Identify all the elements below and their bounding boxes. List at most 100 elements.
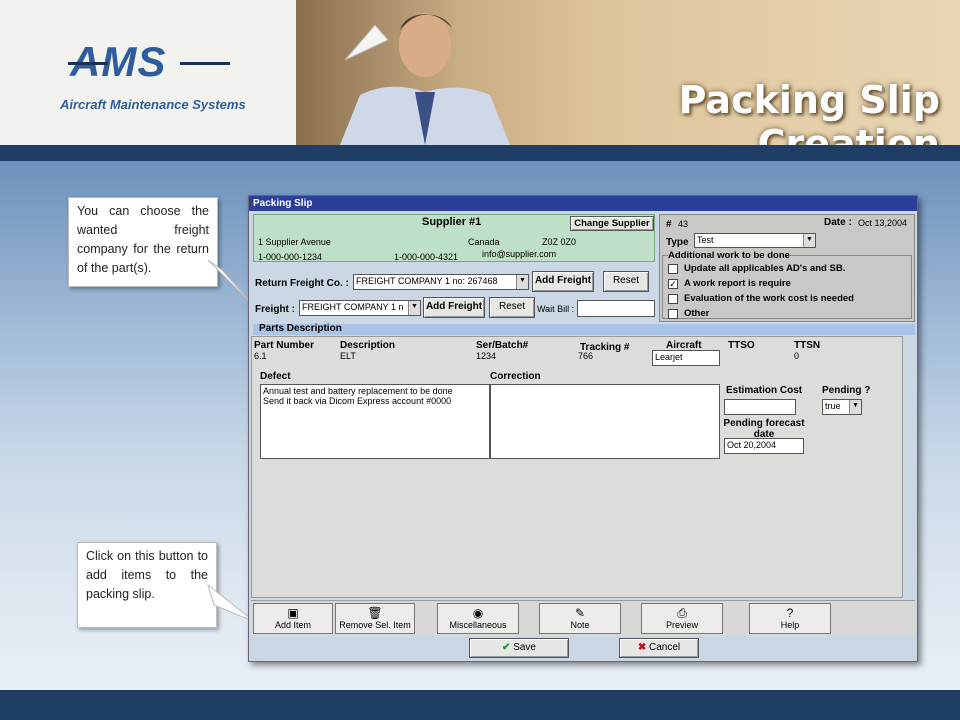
header-ttso: TTSO bbox=[728, 340, 755, 351]
note-icon: ✎ bbox=[574, 606, 586, 620]
miscellaneous-label: Miscellaneous bbox=[449, 620, 507, 630]
add-return-freight-button[interactable]: Add Freight bbox=[532, 271, 594, 292]
estimation-cost-label: Estimation Cost bbox=[726, 385, 803, 396]
pending-forecast-input[interactable]: Oct 20,2004 bbox=[724, 438, 804, 454]
parts-section-title: Parts Description bbox=[259, 323, 342, 334]
description-value: ELT bbox=[340, 351, 356, 361]
type-select[interactable]: Test ▼ bbox=[694, 233, 816, 248]
window-title: Packing Slip bbox=[249, 196, 917, 211]
waybill-input[interactable] bbox=[577, 300, 655, 317]
close-icon: ✖ bbox=[637, 642, 647, 653]
remove-item-label: Remove Sel. Item bbox=[339, 620, 411, 630]
chevron-down-icon[interactable]: ▼ bbox=[849, 400, 861, 414]
company-logo-subtitle: Aircraft Maintenance Systems bbox=[60, 97, 246, 112]
supplier-email: info@supplier.com bbox=[482, 249, 557, 259]
additional-work-title: Additional work to be done bbox=[668, 250, 790, 261]
freight-value: FREIGHT COMPANY 1 n bbox=[302, 302, 404, 312]
return-freight-select[interactable]: FREIGHT COMPANY 1 no: 267468 ▼ bbox=[353, 274, 529, 290]
date-value: Oct 13,2004 bbox=[858, 218, 908, 228]
businessman-illustration bbox=[340, 13, 510, 145]
remove-item-button[interactable]: 🗑 Remove Sel. Item bbox=[335, 603, 415, 634]
callout-add-item: Click on this button to add items to the… bbox=[77, 542, 217, 628]
checkbox-update-ad-sb[interactable] bbox=[668, 264, 678, 274]
change-supplier-button[interactable]: Change Supplier bbox=[570, 216, 654, 231]
ttsn-value: 0 bbox=[794, 351, 800, 361]
parts-section-bar bbox=[253, 324, 915, 335]
checkbox-cost-evaluation[interactable] bbox=[668, 294, 678, 304]
checkbox-label-other: Other bbox=[684, 308, 710, 319]
packing-slip-window: Packing Slip Supplier #1 Change Supplier… bbox=[248, 195, 918, 662]
chevron-down-icon[interactable]: ▼ bbox=[803, 234, 815, 247]
logo-wing-right bbox=[180, 62, 230, 65]
defect-label: Defect bbox=[260, 371, 291, 382]
date-label: Date : bbox=[824, 217, 852, 228]
correction-label: Correction bbox=[490, 371, 541, 382]
pending-forecast-label: Pending forecast date bbox=[723, 418, 805, 440]
add-freight-button[interactable]: Add Freight bbox=[423, 297, 485, 318]
supplier-panel: Supplier #1 Change Supplier 1 Supplier A… bbox=[253, 214, 655, 262]
type-label: Type bbox=[666, 237, 689, 248]
reset-return-freight-button[interactable]: Reset bbox=[603, 271, 649, 292]
waybill-label: Wait Bill : bbox=[537, 304, 575, 314]
checkbox-label-work-report: A work report is require bbox=[684, 278, 791, 289]
estimation-cost-input[interactable] bbox=[724, 399, 796, 415]
return-freight-label: Return Freight Co. : bbox=[255, 278, 349, 289]
cancel-label: Cancel bbox=[649, 642, 681, 653]
checkbox-label-update-ad-sb: Update all applicables AD's and SB. bbox=[684, 263, 846, 274]
pending-value: true bbox=[825, 401, 841, 411]
pending-select[interactable]: true ▼ bbox=[822, 399, 862, 415]
chevron-down-icon[interactable]: ▼ bbox=[516, 275, 528, 289]
help-icon: ? bbox=[786, 606, 794, 620]
items-toolbar: ▣ Add Item 🗑 Remove Sel. Item ◉ Miscellaneo… bbox=[251, 600, 915, 636]
miscellaneous-button[interactable]: ◉ Miscellaneous bbox=[437, 603, 519, 634]
checkbox-label-cost-evaluation: Evaluation of the work cost is needed bbox=[684, 293, 854, 304]
freight-label: Freight : bbox=[255, 304, 295, 315]
logo-wing-left bbox=[68, 62, 108, 65]
header-part-number: Part Number bbox=[254, 340, 315, 351]
checkmark-icon: ✔ bbox=[502, 642, 511, 653]
serial-value: 1234 bbox=[476, 351, 497, 361]
callout-freight: You can choose the wanted freight compan… bbox=[68, 197, 218, 287]
supplier-phone: 1-000-000-1234 bbox=[258, 252, 323, 262]
defect-textarea[interactable]: Annual test and battery replacement to b… bbox=[260, 384, 490, 459]
return-freight-value: FREIGHT COMPANY 1 no: 267468 bbox=[356, 276, 498, 286]
header-ttsn: TTSN bbox=[794, 340, 821, 351]
cancel-button[interactable]: ✖ Cancel bbox=[619, 638, 699, 658]
header-divider bbox=[0, 145, 960, 161]
aircraft-input[interactable]: Learjet bbox=[652, 350, 720, 366]
help-label: Help bbox=[780, 620, 800, 630]
freight-select[interactable]: FREIGHT COMPANY 1 n ▼ bbox=[299, 300, 421, 316]
trash-icon: 🗑 bbox=[367, 606, 383, 620]
add-item-icon: ▣ bbox=[287, 606, 299, 620]
slip-number: 43 bbox=[678, 219, 689, 229]
preview-button[interactable]: ⎙ Preview bbox=[641, 603, 723, 634]
header-serial: Ser/Batch# bbox=[476, 340, 529, 351]
header-description: Description bbox=[340, 340, 396, 351]
slip-info-panel: # 43 Date : Oct 13,2004 Type Test ▼ Addit… bbox=[659, 214, 915, 322]
part-number-value: 6.1 bbox=[254, 351, 267, 361]
parts-panel: Part Number Description Ser/Batch# Track… bbox=[251, 336, 903, 598]
help-button[interactable]: ? Help bbox=[749, 603, 831, 634]
slip-number-label: # bbox=[666, 219, 672, 230]
supplier-postal-code: Z0Z 0Z0 bbox=[542, 237, 577, 247]
correction-textarea[interactable] bbox=[490, 384, 720, 459]
pending-label: Pending ? bbox=[822, 385, 871, 396]
preview-label: Preview bbox=[665, 620, 698, 630]
save-label: Save bbox=[513, 642, 536, 653]
note-label: Note bbox=[570, 620, 590, 630]
tracking-value: 766 bbox=[578, 351, 594, 361]
misc-icon: ◉ bbox=[472, 606, 484, 620]
footer-bar bbox=[0, 690, 960, 720]
checkbox-work-report[interactable]: ✓ bbox=[668, 279, 678, 289]
add-item-button[interactable]: ▣ Add Item bbox=[253, 603, 333, 634]
checkbox-other[interactable] bbox=[668, 309, 678, 319]
supplier-address: 1 Supplier Avenue bbox=[258, 237, 331, 247]
reset-freight-button[interactable]: Reset bbox=[489, 297, 535, 318]
type-select-value: Test bbox=[697, 235, 714, 245]
supplier-fax: 1-000-000-4321 bbox=[394, 252, 459, 262]
note-button[interactable]: ✎ Note bbox=[539, 603, 621, 634]
add-item-label: Add Item bbox=[274, 620, 312, 630]
chevron-down-icon[interactable]: ▼ bbox=[408, 301, 420, 315]
save-button[interactable]: ✔ Save bbox=[469, 638, 569, 658]
supplier-country: Canada bbox=[468, 237, 500, 247]
